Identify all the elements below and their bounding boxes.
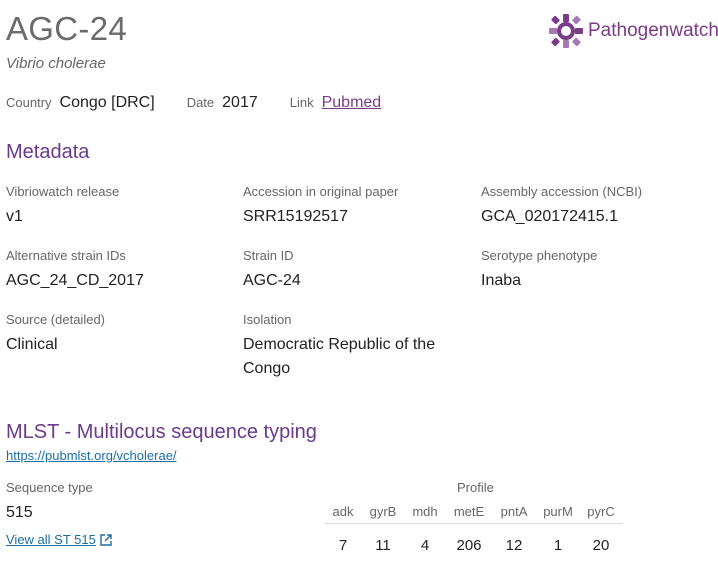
- logo-text: Pathogenwatch: [588, 20, 718, 41]
- profile-header-cell: metE: [446, 499, 492, 524]
- field-value: Inaba: [481, 272, 522, 289]
- field-source-detailed: Source (detailed) Clinical: [6, 312, 105, 357]
- field-serotype-phenotype: Serotype phenotype Inaba: [481, 248, 597, 293]
- field-label: Alternative strain IDs: [6, 248, 126, 263]
- field-assembly-accession: Assembly accession (NCBI) GCA_020172415.…: [481, 184, 642, 229]
- field-label: Accession in original paper: [243, 184, 399, 199]
- profile-table: adk gyrB mdh metE pntA purM pyrC 7 11 4 …: [324, 499, 622, 560]
- external-link-icon: [100, 533, 112, 546]
- pathogenwatch-logo-icon: [549, 14, 583, 48]
- field-alternative-strain-ids: Alternative strain IDs AGC_24_CD_2017: [6, 248, 144, 293]
- field-value: 515: [6, 504, 33, 521]
- pubmed-link[interactable]: Pubmed: [322, 94, 382, 112]
- profile-header-cell: purM: [536, 499, 580, 524]
- link-label: Link: [289, 95, 314, 110]
- country-value: Congo [DRC]: [59, 94, 155, 111]
- field-label: Source (detailed): [6, 312, 105, 327]
- profile-value-cell: 20: [592, 536, 610, 554]
- profile-value-cell: 206: [456, 536, 482, 554]
- view-all-st-label: View all ST 515: [6, 532, 96, 547]
- field-label: Sequence type: [6, 480, 93, 495]
- field-value: AGC-24: [243, 272, 301, 289]
- field-vibriowatch-release: Vibriowatch release v1: [6, 184, 119, 229]
- field-label: Vibriowatch release: [6, 184, 120, 199]
- country-label: Country: [6, 95, 52, 110]
- field-value: Clinical: [6, 336, 58, 353]
- profile-value-cell: 1: [553, 536, 563, 554]
- profile-header-cell: pyrC: [580, 499, 622, 524]
- field-value: v1: [6, 208, 23, 225]
- species-name: Vibrio cholerae: [6, 55, 106, 72]
- field-accession-original: Accession in original paper SRR15192517: [243, 184, 398, 229]
- field-label: Assembly accession (NCBI): [481, 184, 643, 199]
- summary-row: Country Congo [DRC] Date 2017 Link Pubme…: [6, 94, 381, 112]
- profile-header-cell: mdh: [404, 499, 446, 524]
- field-label: Strain ID: [243, 248, 294, 263]
- field-isolation: Isolation Democratic Republic of the Con…: [243, 312, 458, 381]
- mlst-heading: MLST - Multilocus sequence typing: [6, 421, 317, 443]
- field-value: AGC_24_CD_2017: [6, 272, 144, 289]
- field-label: Serotype phenotype: [481, 248, 598, 263]
- field-strain-id: Strain ID AGC-24: [243, 248, 301, 293]
- field-sequence-type: Sequence type 515: [6, 480, 93, 525]
- field-value: SRR15192517: [243, 208, 348, 225]
- field-value: GCA_020172415.1: [481, 208, 618, 225]
- profile-value-row: 7 11 4 206 12 1 20: [324, 524, 622, 561]
- profile-header-cell: adk: [324, 499, 362, 524]
- date-label: Date: [186, 95, 215, 110]
- profile-header-cell: pntA: [492, 499, 536, 524]
- profile-label: Profile: [457, 480, 494, 495]
- profile-value-cell: 7: [338, 536, 348, 554]
- field-value: Democratic Republic of the Congo: [243, 336, 436, 377]
- field-label: Isolation: [243, 312, 292, 327]
- profile-header-row: adk gyrB mdh metE pntA purM pyrC: [324, 499, 622, 524]
- pathogenwatch-logo[interactable]: Pathogenwatch: [548, 13, 718, 49]
- profile-header-cell: gyrB: [362, 499, 404, 524]
- profile-value-cell: 4: [420, 536, 430, 554]
- profile-value-cell: 11: [375, 536, 391, 554]
- view-all-st-link[interactable]: View all ST 515: [6, 532, 112, 547]
- page-title: AGC-24: [6, 10, 128, 47]
- metadata-heading: Metadata: [6, 141, 90, 163]
- pubmlst-link[interactable]: https://pubmlst.org/vcholerae/: [6, 448, 177, 463]
- date-value: 2017: [222, 94, 258, 111]
- profile-value-cell: 12: [505, 536, 523, 554]
